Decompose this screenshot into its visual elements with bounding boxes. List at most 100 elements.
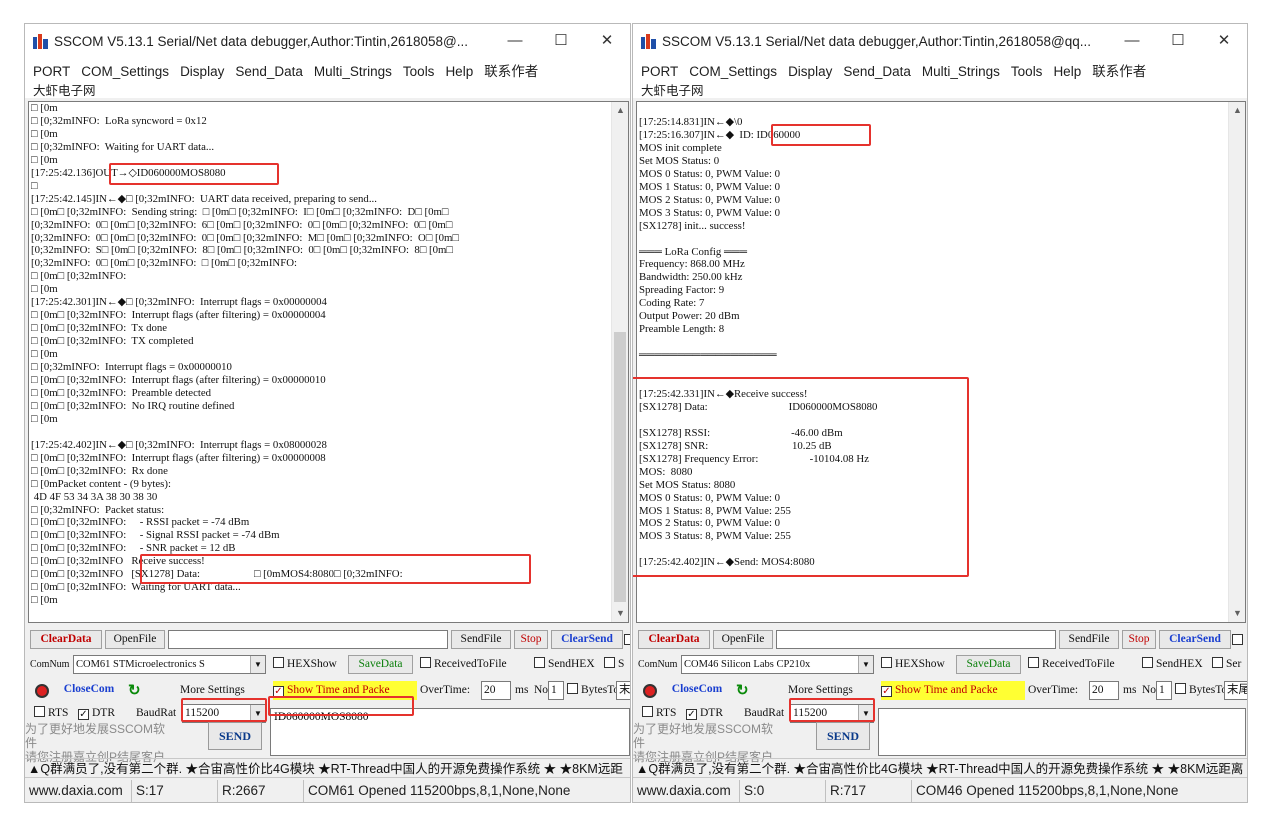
send-input[interactable]: ID060000MOS8080	[270, 708, 630, 756]
menu-item[interactable]: 联系作者	[1092, 64, 1146, 79]
clear-send-checkbox[interactable]	[1232, 634, 1243, 645]
clear-data-button[interactable]: ClearData	[30, 630, 102, 649]
save-data-button[interactable]: SaveData	[956, 655, 1021, 674]
menu-item[interactable]: Multi_Strings	[314, 64, 392, 79]
dtr-checkbox[interactable]: ✓ DTR	[78, 704, 115, 723]
menu-item[interactable]: Send_Data	[843, 64, 911, 79]
send-button[interactable]: SEND	[816, 722, 870, 750]
clear-send-button[interactable]: ClearSend	[1159, 630, 1231, 649]
menu-items: PORT COM_Settings Display Send_Data Multi_St…	[641, 60, 1157, 80]
rts-checkbox[interactable]: RTS	[34, 704, 68, 723]
end-field[interactable]: 末尾	[1224, 681, 1247, 700]
stop-button[interactable]: Stop	[1122, 630, 1156, 649]
menu-daxia[interactable]: 大虾电子网	[33, 80, 96, 99]
bytes-input[interactable]: 1	[1156, 681, 1172, 700]
overtime-input[interactable]: 20	[481, 681, 511, 700]
close-button[interactable]: ✕	[584, 28, 630, 54]
terminal-line: □ [0m□ [0;32mINFO: Interrupt flags (afte…	[31, 309, 326, 322]
scroll-down-icon[interactable]: ▼	[1229, 605, 1245, 622]
overtime-input[interactable]: 20	[1089, 681, 1119, 700]
file-path-input[interactable]	[168, 630, 448, 649]
scroll-down-icon[interactable]: ▼	[612, 605, 628, 622]
received-to-file-checkbox[interactable]: ReceivedToFile	[420, 655, 507, 674]
minimize-button[interactable]: —	[492, 28, 538, 54]
title-bar[interactable]: SSCOM V5.13.1 Serial/Net data debugger,A…	[633, 24, 1247, 58]
send-hex-checkbox[interactable]: SendHEX	[1142, 655, 1203, 674]
received-to-file-checkbox[interactable]: ReceivedToFile	[1028, 655, 1115, 674]
menu-item[interactable]: Multi_Strings	[922, 64, 1000, 79]
end-field[interactable]: 末	[616, 681, 630, 700]
terminal-line: □ [0m□ [0;32mINFO: No IRQ routine define…	[31, 399, 235, 412]
send-file-button[interactable]: SendFile	[451, 630, 511, 649]
ad-marquee[interactable]: ▲Q群满员了,没有第二个群. ★合宙高性价比4G模块 ★RT-Thread中国人…	[633, 758, 1247, 778]
more-settings-button[interactable]: More Settings	[180, 681, 245, 700]
send-button[interactable]: SEND	[208, 722, 262, 750]
ad-marquee[interactable]: ▲Q群满员了,没有第二个群. ★合宙高性价比4G模块 ★RT-Thread中国人…	[25, 758, 630, 778]
close-button[interactable]: ✕	[1201, 28, 1247, 54]
show-time-checkbox[interactable]: ✓ Show Time and Packe	[273, 681, 417, 700]
clear-data-button[interactable]: ClearData	[638, 630, 710, 649]
open-file-button[interactable]: OpenFile	[713, 630, 773, 649]
menu-item[interactable]: 联系作者	[484, 64, 538, 79]
refresh-icon[interactable]: ↻	[128, 683, 144, 699]
menu-item[interactable]: Send_Data	[235, 64, 303, 79]
close-com-button[interactable]: CloseCom	[662, 681, 732, 700]
hex-show-checkbox[interactable]: HEXShow	[273, 655, 337, 674]
menu-item[interactable]: PORT	[33, 64, 70, 79]
com-port-select[interactable]: COM61 STMicroelectronics S ▼	[73, 655, 266, 674]
terminal-line: ══════════════════	[639, 349, 777, 362]
status-site[interactable]: www.daxia.com	[633, 780, 739, 802]
baud-rate-select[interactable]: 115200 ▼	[182, 704, 266, 723]
terminal-line: MOS init complete	[639, 141, 722, 154]
open-file-button[interactable]: OpenFile	[105, 630, 165, 649]
close-com-button[interactable]: CloseCom	[54, 681, 124, 700]
rts-checkbox[interactable]: RTS	[642, 704, 676, 723]
bytes-to-label[interactable]: BytesTo	[567, 681, 619, 700]
terminal-line: ═══ LoRa Config ═══	[639, 245, 747, 258]
show-time-checkbox[interactable]: ✓ Show Time and Packe	[881, 681, 1025, 700]
maximize-button[interactable]: ☐	[1155, 28, 1201, 54]
send-every-checkbox[interactable]: S	[604, 655, 630, 674]
menu-item[interactable]: Tools	[403, 64, 435, 79]
stop-button[interactable]: Stop	[514, 630, 548, 649]
status-port-info: COM61 Opened 115200bps,8,1,None,None	[303, 780, 630, 802]
more-settings-button[interactable]: More Settings	[788, 681, 853, 700]
com-port-select[interactable]: COM46 Silicon Labs CP210x ▼	[681, 655, 874, 674]
send-every-checkbox[interactable]: Ser	[1212, 655, 1246, 674]
menu-item[interactable]: Display	[788, 64, 832, 79]
status-site[interactable]: www.daxia.com	[25, 780, 131, 802]
minimize-button[interactable]: —	[1109, 28, 1155, 54]
send-input[interactable]	[878, 708, 1246, 756]
scroll-thumb[interactable]	[614, 332, 626, 602]
baud-rate-select[interactable]: 115200 ▼	[790, 704, 874, 723]
clear-send-button[interactable]: ClearSend	[551, 630, 623, 649]
clear-send-checkbox[interactable]	[624, 634, 630, 645]
receive-area[interactable]: [17:25:14.831]IN←◆\0 [17:25:16.307]IN←◆ I…	[636, 101, 1246, 623]
menu-item[interactable]: Help	[1053, 64, 1081, 79]
receive-area[interactable]: □ [0m □ [0;32mINFO: LoRa syncword = 0x12 □…	[28, 101, 629, 623]
maximize-button[interactable]: ☐	[538, 28, 584, 54]
menu-item[interactable]: PORT	[641, 64, 678, 79]
hex-show-checkbox[interactable]: HEXShow	[881, 655, 945, 674]
title-bar[interactable]: SSCOM V5.13.1 Serial/Net data debugger,A…	[25, 24, 630, 58]
bytes-to-label[interactable]: BytesTo	[1175, 681, 1227, 700]
file-path-input[interactable]	[776, 630, 1056, 649]
vertical-scrollbar[interactable]: ▲ ▼	[1228, 102, 1245, 622]
dtr-checkbox[interactable]: ✓ DTR	[686, 704, 723, 723]
save-data-button[interactable]: SaveData	[348, 655, 413, 674]
refresh-icon[interactable]: ↻	[736, 683, 752, 699]
vertical-scrollbar[interactable]: ▲ ▼	[611, 102, 628, 622]
menu-item[interactable]: Help	[445, 64, 473, 79]
send-hex-checkbox[interactable]: SendHEX	[534, 655, 595, 674]
menu-item[interactable]: Tools	[1011, 64, 1043, 79]
menu-item[interactable]: COM_Settings	[81, 64, 169, 79]
menu-item[interactable]: COM_Settings	[689, 64, 777, 79]
scroll-up-icon[interactable]: ▲	[1229, 102, 1245, 119]
send-file-button[interactable]: SendFile	[1059, 630, 1119, 649]
bytes-input[interactable]: 1	[548, 681, 564, 700]
scroll-up-icon[interactable]: ▲	[612, 102, 628, 119]
menu-item[interactable]: Display	[180, 64, 224, 79]
menu-daxia[interactable]: 大虾电子网	[641, 80, 704, 99]
terminal-line: □ [0m	[31, 102, 58, 114]
